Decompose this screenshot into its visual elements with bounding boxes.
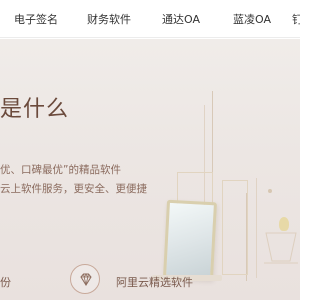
feature-badge [70,264,100,294]
sparkle-dot [268,189,272,193]
nav-item-tongda-oa[interactable]: 通达OA [162,0,200,38]
hero-subtitle-line-2: 云上软件服务，更安全、更便捷 [0,183,147,195]
top-navigation: 电子签名 财务软件 通达OA 蓝凌OA 钉 [0,0,300,38]
nav-item-e-signature[interactable]: 电子签名 [14,0,58,38]
nav-item-lanling-oa[interactable]: 蓝凌OA [233,0,271,38]
nav-item-finance-software[interactable]: 财务软件 [87,0,131,38]
diamond-icon [80,273,92,286]
hero-title: 是什么 [0,97,70,122]
nav-item-more[interactable]: 钉 [292,0,300,38]
hero-banner: 是什么 优、口碑最优”的精品软件 云上软件服务，更安全、更便捷 份 阿里云精选软… [0,39,300,300]
feature-strip: 份 阿里云精选软件 [0,260,300,300]
hero-subtitle-line-1: 优、口碑最优”的精品软件 [0,164,121,176]
feature-label-right: 阿里云精选软件 [116,276,193,289]
feature-label-left: 份 [0,276,11,289]
page: 电子签名 财务软件 通达OA 蓝凌OA 钉 是什么 优、口碑最优”的精品软件 云… [0,0,300,300]
